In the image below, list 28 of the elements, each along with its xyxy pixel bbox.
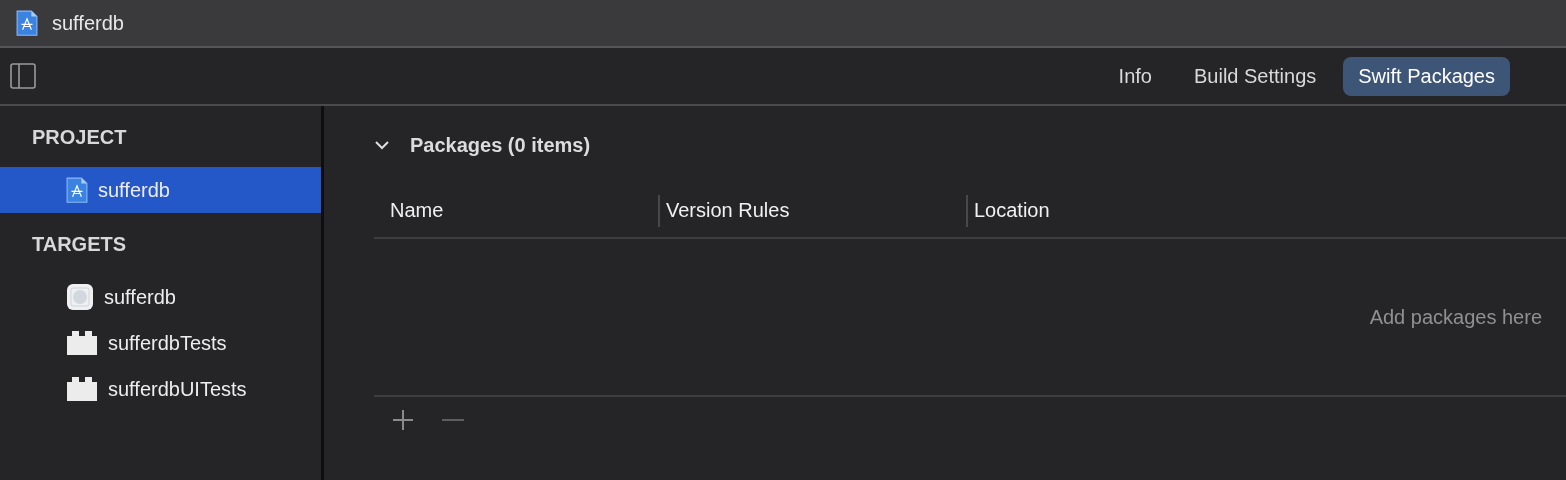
section-header: TARGETS (31, 232, 128, 257)
add-icon[interactable] (392, 409, 414, 431)
column-header[interactable]: Name (374, 194, 658, 227)
item-label: sufferdbUITests (108, 377, 247, 401)
empty-message: Add packages here (1369, 305, 1542, 329)
tab[interactable]: Swift Packages (1343, 56, 1510, 96)
column-header[interactable]: Version Rules (658, 194, 966, 227)
sidebar-item[interactable]: sufferdbUITests (0, 366, 321, 412)
sidebar-toggle-icon[interactable] (10, 63, 36, 89)
project-file-icon (66, 176, 88, 204)
section-title: Packages (0 items) (410, 133, 591, 157)
column-header[interactable]: Location (966, 194, 1274, 227)
item-label: sufferdb (104, 285, 176, 309)
tab[interactable]: Build Settings (1178, 56, 1332, 96)
bundle-icon (66, 376, 98, 402)
app-icon (66, 283, 94, 311)
tab[interactable]: Info (1103, 56, 1167, 96)
section-header: PROJECT (31, 125, 128, 150)
sidebar-item[interactable]: sufferdbTests (0, 320, 321, 366)
sidebar-item[interactable]: sufferdb (0, 167, 321, 213)
sidebar-item[interactable]: sufferdb (0, 274, 321, 320)
item-label: sufferdb (98, 178, 170, 202)
remove-icon[interactable] (442, 418, 464, 422)
item-label: sufferdbTests (108, 331, 227, 355)
bundle-icon (66, 330, 98, 356)
chevron-icon[interactable] (374, 140, 390, 150)
project-file-icon (16, 9, 38, 37)
window-title: sufferdb (52, 11, 124, 35)
